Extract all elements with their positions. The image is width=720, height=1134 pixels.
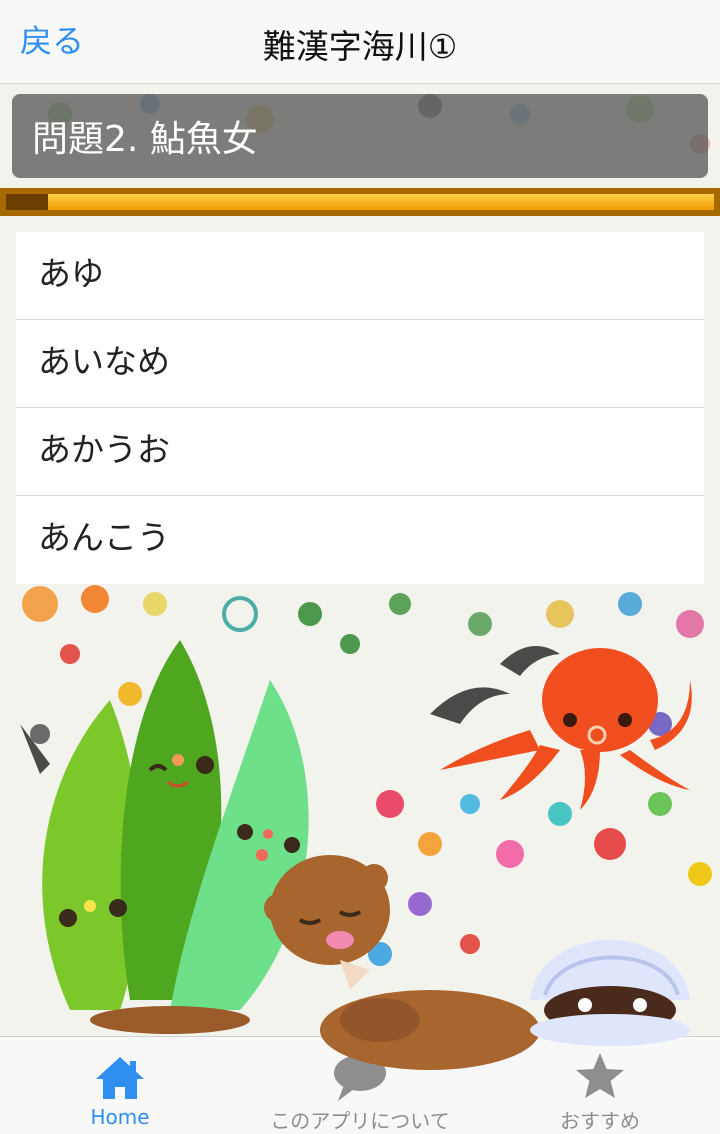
answer-option-1[interactable]: あゆ [16, 232, 704, 320]
progress-track [6, 194, 714, 210]
home-icon [0, 1049, 240, 1105]
tab-about-label: このアプリについて [270, 1109, 450, 1133]
question-text: 問題2. 鮎魚女 [32, 119, 258, 160]
tab-recommend-label: おすすめ [560, 1109, 640, 1133]
answer-option-3[interactable]: あかうお [16, 408, 704, 496]
tab-home[interactable]: Home [0, 1037, 240, 1134]
page-title: 難漢字海川① [262, 27, 458, 66]
tab-recommend[interactable]: おすすめ [480, 1037, 720, 1134]
progress-fill [48, 194, 714, 210]
tab-home-label: Home [90, 1105, 150, 1129]
tab-bar: Home このアプリについて おすすめ [0, 1036, 720, 1134]
star-icon [480, 1049, 720, 1105]
tab-about[interactable]: このアプリについて [240, 1037, 480, 1134]
chat-bubble-icon [240, 1049, 480, 1105]
answer-list: あゆ あいなめ あかうお あんこう [16, 232, 704, 584]
answer-option-2[interactable]: あいなめ [16, 320, 704, 408]
answer-option-4[interactable]: あんこう [16, 496, 704, 584]
progress-bar [0, 188, 720, 216]
question-banner: 問題2. 鮎魚女 [12, 94, 708, 178]
navigation-bar: 戻る 難漢字海川① [0, 0, 720, 84]
